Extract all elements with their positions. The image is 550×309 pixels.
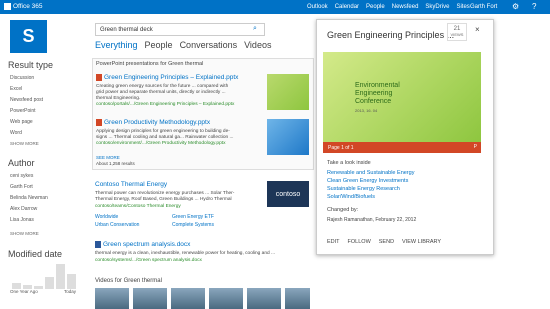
document-preview[interactable] (323, 52, 481, 142)
histogram-bar (45, 277, 54, 289)
modified-date-heading: Modified date (8, 249, 63, 259)
preview-title: Environmental Engineering Conference (355, 82, 400, 105)
refiner-webpage[interactable]: Web page (10, 119, 33, 125)
help-icon[interactable]: ? (532, 2, 536, 11)
top-bar: Office 365 Outlook Calendar People Newsf… (0, 0, 550, 14)
search-verticals: Everything People Conversations Videos (95, 40, 271, 50)
contoso-logo[interactable]: contoso (267, 181, 309, 207)
deep-link[interactable]: Worldwide (95, 214, 118, 220)
result-thumbnail[interactable] (267, 74, 309, 110)
histogram-bar (67, 274, 76, 289)
result-title[interactable]: Contoso Thermal Energy (95, 181, 167, 188)
section-link[interactable]: Renewable and Sustainable Energy (327, 170, 414, 176)
deep-link[interactable]: Complete Systems (172, 222, 214, 228)
section-link[interactable]: Clean Green Energy Investments (327, 178, 408, 184)
result-title[interactable]: Green Engineering Principles – Explained… (104, 74, 238, 81)
changed-by-label: Changed by: (327, 207, 359, 213)
deep-link[interactable]: Green Energy ETF (172, 214, 214, 220)
tab-everything[interactable]: Everything (95, 40, 138, 50)
video-thumbnail[interactable] (171, 288, 205, 309)
result-title[interactable]: Green Productivity Methodology.pptx (104, 119, 210, 126)
result-url[interactable]: contoso/environment/.../Green Productivi… (96, 141, 226, 146)
author-item[interactable]: ceni sykes (10, 173, 33, 179)
search-input[interactable]: Green thermal deck (95, 23, 265, 36)
result-snippet: Thermal Energy, Roof Based, Green Buildi… (95, 197, 232, 202)
result-title[interactable]: Green spectrum analysis.docx (103, 241, 190, 248)
view-library-action[interactable]: VIEW LIBRARY (402, 239, 441, 245)
nav-skydrive[interactable]: SkyDrive (425, 4, 449, 10)
send-action[interactable]: SEND (379, 239, 394, 245)
refiner-excel[interactable]: Excel (10, 86, 22, 92)
result-thumbnail[interactable] (267, 119, 309, 155)
follow-action[interactable]: FOLLOW (348, 239, 371, 245)
result-url[interactable]: contoso/portals/.../Green Engineering Pr… (96, 102, 234, 107)
tab-conversations[interactable]: Conversations (180, 40, 238, 50)
top-nav: Outlook Calendar People Newsfeed SkyDriv… (307, 4, 477, 10)
office365-brand[interactable]: Office 365 (4, 3, 43, 10)
author-item[interactable]: Lisa Jonas (10, 217, 34, 223)
result-type-show-more[interactable]: SHOW MORE (10, 141, 39, 146)
powerpoint-icon[interactable]: P (474, 144, 477, 150)
refiner-word[interactable]: Word (10, 130, 22, 136)
video-thumbnail[interactable] (247, 288, 281, 309)
video-thumbnail[interactable] (95, 288, 129, 309)
author-item[interactable]: Belinda Newman (10, 195, 48, 201)
sharepoint-logo[interactable]: S (10, 20, 47, 53)
refiner-discussion[interactable]: Discussion (10, 75, 34, 81)
views-badge: 21 VIEWS (447, 23, 467, 41)
video-thumbnail[interactable] (285, 288, 310, 309)
video-thumbnail[interactable] (209, 288, 243, 309)
result-type-heading: Result type (8, 60, 54, 70)
changed-by-value: Rajesh Ramanathan, February 22, 2012 (327, 217, 417, 223)
page-indicator: Page 1 of 1 (328, 145, 354, 151)
section-link[interactable]: Sustainable Energy Research (327, 186, 400, 192)
modified-date-histogram[interactable] (10, 264, 76, 289)
tab-videos[interactable]: Videos (244, 40, 271, 50)
see-more-link[interactable]: SEE MORE (96, 155, 120, 160)
preview-page-bar: Page 1 of 1 P (323, 142, 481, 153)
edit-action[interactable]: EDIT (327, 239, 340, 245)
section-link[interactable]: Solar/Wind/Biofuels (327, 194, 375, 200)
histogram-bar (56, 264, 65, 289)
result-url[interactable]: contoso/systems/.../Green spectrum analy… (95, 258, 202, 263)
powerpoint-icon (96, 119, 102, 126)
refiner-powerpoint[interactable]: PowerPoint (10, 108, 36, 114)
deep-link[interactable]: Urban Conservation (95, 222, 139, 228)
tab-people[interactable]: People (145, 40, 173, 50)
author-heading: Author (8, 158, 35, 168)
author-show-more[interactable]: SHOW MORE (10, 231, 39, 236)
office-logo-icon (4, 3, 11, 10)
nav-calendar[interactable]: Calendar (335, 4, 359, 10)
nav-people[interactable]: People (366, 4, 385, 10)
nav-sites[interactable]: Sites (456, 4, 469, 10)
close-icon[interactable]: × (475, 25, 480, 34)
refiner-newsfeed[interactable]: Newsfeed post (10, 97, 43, 103)
video-thumbnail[interactable] (133, 288, 167, 309)
panel-actions: EDIT FOLLOW SEND VIEW LIBRARY (327, 239, 441, 245)
preview-date: 2013, 16. 04 (355, 108, 378, 113)
nav-newsfeed[interactable]: Newsfeed (392, 4, 419, 10)
date-from-label: One Year Ago (10, 289, 38, 294)
settings-icon[interactable]: ⚙ (512, 2, 519, 11)
author-item[interactable]: Alex Darrow (10, 206, 37, 212)
result-url[interactable]: contoso/teams/Contoso Thermal Energy (95, 204, 181, 209)
powerpoint-icon (96, 74, 102, 81)
videos-heading: Videos for Green thermal (95, 278, 162, 284)
result-block-heading: PowerPoint presentations for Green therm… (96, 61, 204, 67)
date-to-label: Today (64, 289, 77, 294)
result-count: About 1,258 results (96, 161, 135, 166)
panel-title[interactable]: Green Engineering Principles ... (327, 30, 454, 40)
word-icon (95, 241, 101, 248)
search-icon[interactable]: ⌕ (253, 25, 257, 33)
nav-outlook[interactable]: Outlook (307, 4, 328, 10)
user-menu[interactable]: Garth Fort (470, 4, 497, 10)
author-item[interactable]: Garth Fort (10, 184, 33, 190)
result-snippet: thermal energy is a clean, inexhaustible… (95, 251, 275, 256)
look-inside-heading: Take a look inside (327, 160, 371, 166)
